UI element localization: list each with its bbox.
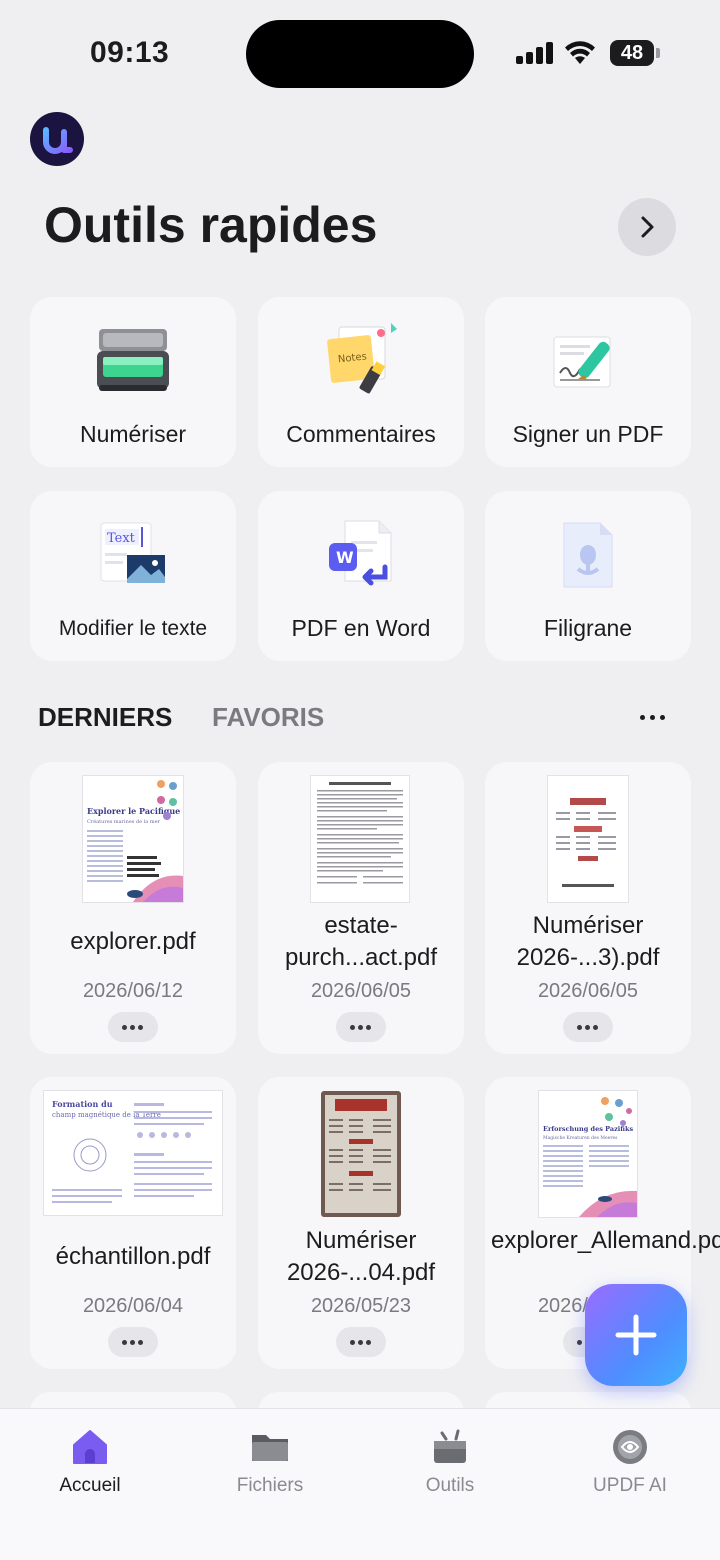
file-thumbnail: Erforschung des Pazifiks Magische Kreatu… (539, 1091, 637, 1217)
tool-label: Numériser (79, 421, 187, 447)
dynamic-island (246, 20, 474, 88)
tool-sign-pdf[interactable]: Signer un PDF (485, 297, 691, 467)
ai-orb-icon (613, 1430, 647, 1464)
scanner-icon (97, 329, 169, 391)
file-card[interactable]: Formation du champ magnétique de la Terr… (30, 1077, 236, 1369)
tab-favorites[interactable]: FAVORIS (212, 702, 324, 733)
file-card[interactable]: Explorer le Pacifique Créatures marines … (30, 762, 236, 1054)
file-more-button[interactable] (563, 1012, 613, 1042)
tool-pdf-to-word[interactable]: W PDF en Word (258, 491, 464, 661)
updf-logo-icon (43, 127, 73, 154)
file-date: 2026/06/05 (310, 980, 412, 1002)
watermark-icon (563, 522, 613, 588)
tool-label: Commentaires (286, 421, 436, 447)
file-name: explorer_Allemand.pdf (491, 1227, 720, 1254)
pdf-to-word-icon: W (329, 520, 392, 586)
file-card[interactable]: Numériser 2026-...04.pdf 2026/05/23 (258, 1077, 464, 1369)
folder-icon (252, 1435, 288, 1461)
file-more-button[interactable] (108, 1327, 158, 1357)
battery-icon: 48 (610, 40, 660, 66)
file-more-button[interactable] (108, 1012, 158, 1042)
nav-updf-ai[interactable]: UPDF AI (540, 1409, 720, 1519)
svg-text:Text: Text (107, 531, 136, 546)
nav-files[interactable]: Fichiers (180, 1409, 360, 1519)
wifi-icon (565, 41, 595, 64)
file-thumbnail (548, 776, 628, 902)
file-card[interactable]: estate-purch...act.pdf 2026/06/05 (258, 762, 464, 1054)
chevron-right-icon (641, 216, 654, 238)
thumb-title: Formation du (52, 1099, 113, 1109)
tool-comments[interactable]: Notes Commentaires (258, 297, 464, 467)
thumb-title: Erforschung des Pazifiks (543, 1125, 633, 1133)
tool-edit-text[interactable]: Text Modifier le texte (30, 491, 236, 661)
file-thumbnail (321, 1091, 401, 1217)
thumb-subtitle: Magische Kreaturen des Meeres (543, 1135, 618, 1141)
nav-label: Accueil (59, 1475, 121, 1496)
file-more-button[interactable] (336, 1012, 386, 1042)
tool-label: PDF en Word (291, 615, 431, 641)
see-all-tools-button[interactable] (618, 198, 676, 256)
svg-text:W: W (336, 548, 354, 567)
bottom-navigation: Accueil Fichiers Outils UPDF AI (0, 1408, 720, 1560)
nav-label: UPDF AI (593, 1475, 667, 1496)
file-date: 2026/06/04 (82, 1295, 184, 1317)
cellular-signal-icon (516, 42, 554, 64)
file-date: 2026/06/05 (537, 980, 639, 1002)
tool-scan[interactable]: Numériser (30, 297, 236, 467)
file-card[interactable]: Numériser 2026-...3).pdf 2026/06/05 (485, 762, 691, 1054)
toolbox-icon (434, 1429, 466, 1463)
add-button[interactable] (585, 1284, 687, 1386)
tool-label: Signer un PDF (512, 421, 664, 447)
file-name: Numériser 2026-...04.pdf (286, 1227, 436, 1286)
status-bar: 09:13 48 (0, 0, 720, 100)
tab-recent[interactable]: DERNIERS (38, 702, 172, 733)
page-title: Outils rapides (44, 197, 378, 253)
file-name: explorer.pdf (70, 928, 196, 955)
plus-icon (615, 1314, 657, 1356)
home-icon (73, 1430, 107, 1464)
notes-highlighter-icon: Notes (327, 323, 397, 394)
file-thumbnail: Formation du champ magnétique de la Terr… (44, 1091, 222, 1215)
signature-pen-icon (553, 336, 611, 388)
file-more-button[interactable] (336, 1327, 386, 1357)
thumb-subtitle: Créatures marines de la mer (87, 818, 161, 825)
nav-tools[interactable]: Outils (360, 1409, 540, 1519)
nav-label: Outils (425, 1475, 475, 1496)
file-thumbnail: Explorer le Pacifique Créatures marines … (83, 776, 183, 902)
file-date: 2026/06/12 (82, 980, 184, 1002)
tool-label: Filigrane (543, 615, 633, 641)
nav-label: Fichiers (236, 1475, 304, 1496)
battery-level: 48 (610, 40, 654, 66)
nav-home[interactable]: Accueil (0, 1409, 180, 1519)
file-name: Numériser 2026-...3).pdf (516, 912, 660, 971)
file-thumbnail (311, 776, 409, 902)
file-name: estate-purch...act.pdf (284, 912, 438, 971)
updf-logo[interactable] (30, 112, 84, 166)
edit-text-icon: Text (100, 522, 165, 583)
status-time: 09:13 (90, 36, 170, 69)
tool-label: Modifier le texte (58, 617, 208, 640)
file-date: 2026/05/23 (310, 1295, 412, 1317)
more-options-icon[interactable] (636, 705, 670, 729)
file-name: échantillon.pdf (55, 1243, 211, 1270)
tool-watermark[interactable]: Filigrane (485, 491, 691, 661)
